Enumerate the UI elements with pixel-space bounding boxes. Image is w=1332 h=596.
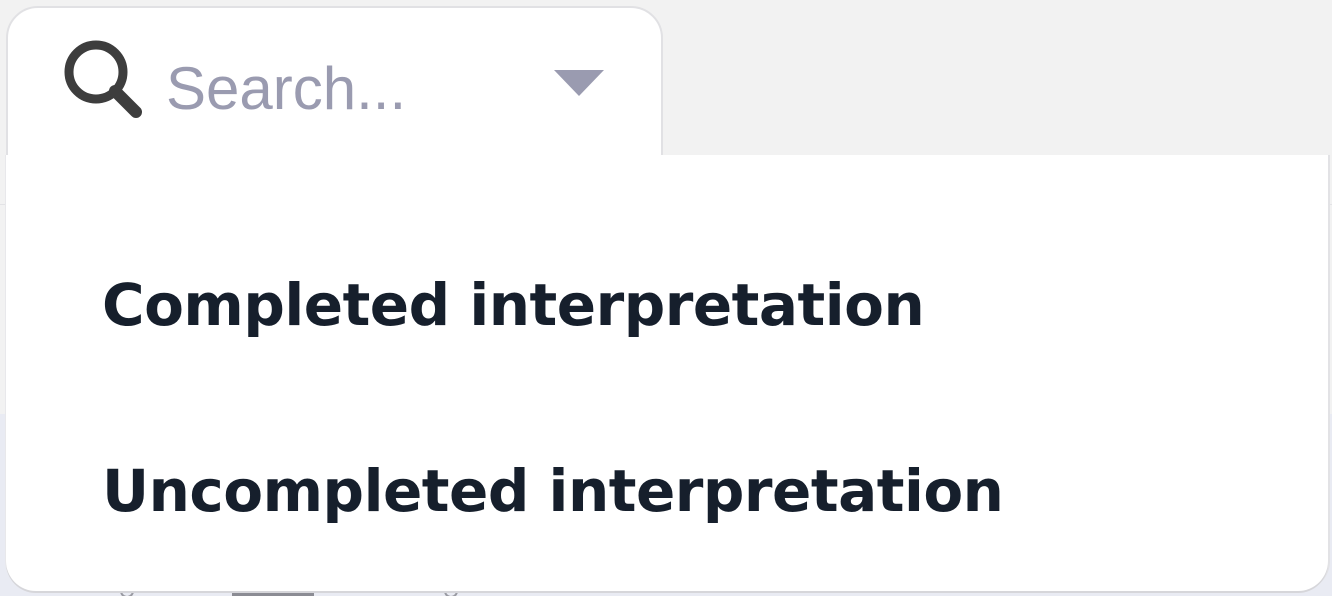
dropdown-menu: Completed interpretation Uncompleted int… [6, 155, 1328, 591]
chevron-down-icon[interactable] [554, 70, 604, 96]
search-input[interactable] [166, 48, 526, 128]
search-icon [64, 40, 142, 118]
menu-item-completed-interpretation[interactable]: Completed interpretation [102, 271, 925, 339]
menu-item-uncompleted-interpretation[interactable]: Uncompleted interpretation [102, 457, 1004, 525]
page: Completed interpretation Uncompleted int… [0, 0, 1332, 596]
